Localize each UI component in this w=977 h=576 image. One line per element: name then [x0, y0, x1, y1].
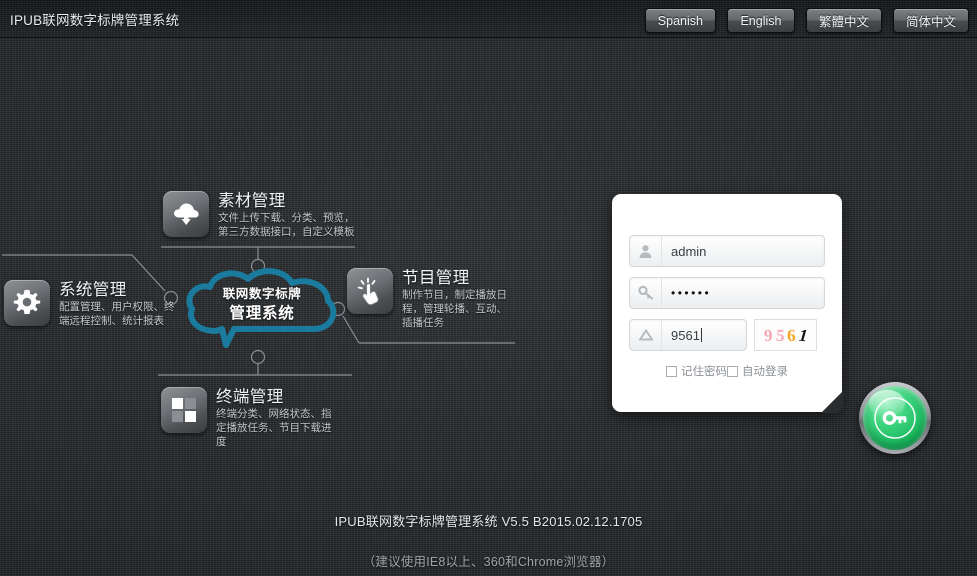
center-cloud-bubble: 联网数字标牌 管理系统: [182, 267, 342, 351]
feature-material[interactable]: 素材管理 文件上传下载、分类、预览，第三方数据接口，自定义模板: [163, 191, 358, 239]
captcha-char-1: 9: [763, 325, 774, 345]
captcha-char-2: 5: [775, 325, 785, 345]
panel-corner-notch: [821, 391, 843, 413]
key-icon: [630, 278, 662, 308]
text-cursor: [700, 328, 702, 342]
captcha-char-4: 1: [797, 325, 808, 345]
key-login-icon: [874, 397, 916, 439]
user-icon: [630, 236, 662, 266]
language-switcher: Spanish English 繁體中文 简体中文: [644, 8, 969, 33]
feature-terminal[interactable]: 终端管理 终端分类、网络状态、指定播放任务、节目下载进度: [161, 387, 334, 449]
caret-up-icon: [630, 320, 662, 350]
feature-system-text: 系统管理 配置管理、用户权限、终端远程控制、统计报表: [59, 280, 177, 328]
footer-version-text: IPUB联网数字标牌管理系统 V5.5 B2015.02.12.1705: [334, 514, 643, 529]
feature-program[interactable]: 节目管理 制作节目，制定播放日程，管理轮播、互动、插播任务: [347, 268, 514, 330]
remember-password-checkbox[interactable]: 记住密码: [666, 363, 727, 379]
top-header-bar: IPUB联网数字标牌管理系统 Spanish English 繁體中文 简体中文: [0, 0, 977, 38]
feature-system[interactable]: 系统管理 配置管理、用户权限、终端远程控制、统计报表: [4, 280, 177, 328]
click-hand-icon: [347, 268, 393, 314]
login-submit-button[interactable]: [859, 382, 931, 454]
password-field[interactable]: ••••••: [629, 277, 825, 309]
captcha-value-wrap[interactable]: 9561: [662, 328, 746, 343]
cloud-download-icon: [163, 191, 209, 237]
page-title: IPUB联网数字标牌管理系统: [10, 13, 180, 28]
feature-program-title: 节目管理: [402, 269, 470, 287]
footer: IPUB联网数字标牌管理系统 V5.5 B2015.02.12.1705 （建议…: [0, 512, 977, 571]
feature-diagram: 联网数字标牌 管理系统 素材管理 文件上传下载、分类、预览，第三方数据接口，自定…: [0, 175, 545, 450]
checkbox-box-auto-login[interactable]: [727, 365, 738, 377]
checkbox-box-remember[interactable]: [666, 365, 677, 377]
lang-english-button[interactable]: English: [726, 8, 795, 33]
username-value[interactable]: admin: [662, 244, 824, 259]
captcha-char-3: 6: [786, 325, 796, 345]
captcha-image[interactable]: 9 5 6 1: [754, 319, 817, 351]
gear-icon: [4, 280, 50, 326]
login-panel: admin •••••• 9561 9 5 6 1 记住密码 自动登录: [612, 194, 843, 413]
lang-traditional-chinese-button[interactable]: 繁體中文: [805, 8, 882, 33]
password-value[interactable]: ••••••: [662, 286, 824, 300]
grid-squares-icon: [161, 387, 207, 433]
feature-terminal-title: 终端管理: [216, 388, 284, 406]
feature-terminal-text: 终端管理 终端分类、网络状态、指定播放任务、节目下载进度: [216, 387, 334, 449]
feature-system-desc: 配置管理、用户权限、终端远程控制、统计报表: [59, 301, 175, 327]
feature-system-title: 系统管理: [59, 281, 127, 299]
login-options: 记住密码 自动登录: [629, 363, 825, 379]
feature-program-text: 节目管理 制作节目，制定播放日程，管理轮播、互动、插播任务: [402, 268, 514, 330]
captcha-input-field[interactable]: 9561: [629, 319, 747, 351]
feature-material-text: 素材管理 文件上传下载、分类、预览，第三方数据接口，自定义模板: [218, 191, 358, 239]
lang-simplified-chinese-button[interactable]: 简体中文: [892, 8, 969, 33]
username-field[interactable]: admin: [629, 235, 825, 267]
footer-browser-note: （建议使用IE8以上、360和Chrome浏览器）: [362, 555, 615, 569]
login-form: admin •••••• 9561 9 5 6 1 记住密码 自动登录: [629, 235, 825, 379]
auto-login-checkbox[interactable]: 自动登录: [727, 363, 788, 379]
feature-program-desc: 制作节目，制定播放日程，管理轮播、互动、插播任务: [402, 289, 507, 329]
lang-spanish-button[interactable]: Spanish: [644, 8, 716, 33]
captcha-value: 9561: [671, 327, 700, 343]
feature-material-desc: 文件上传下载、分类、预览，第三方数据接口，自定义模板: [218, 212, 355, 238]
login-button-face: [863, 386, 927, 450]
feature-terminal-desc: 终端分类、网络状态、指定播放任务、节目下载进度: [216, 408, 332, 448]
auto-login-label: 自动登录: [742, 366, 788, 378]
feature-material-title: 素材管理: [218, 192, 286, 210]
captcha-row: 9561 9 5 6 1: [629, 319, 825, 351]
remember-password-label: 记住密码: [681, 366, 727, 378]
